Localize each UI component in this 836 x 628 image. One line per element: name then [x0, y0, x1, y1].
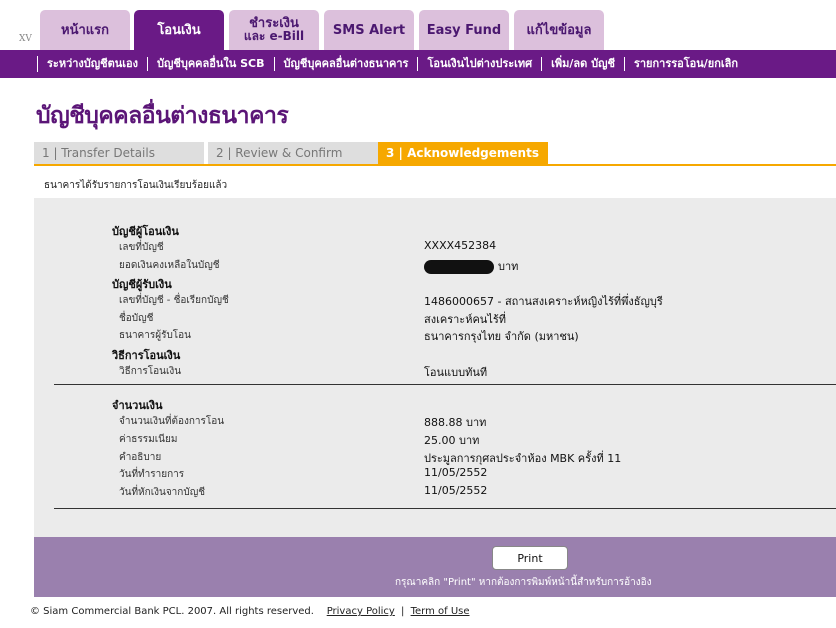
divider: [54, 384, 836, 385]
fee-label: ค่าธรรมเนียม: [119, 434, 178, 445]
subnav-other-scb[interactable]: บัญชีบุคคลอื่นใน SCB: [148, 56, 274, 72]
tab-edit-profile-label: แก้ไขข้อมูล: [526, 22, 592, 38]
description-label: คำอธิบาย: [119, 452, 162, 463]
balance-label: ยอดเงินคงเหลือในบัญชี: [119, 260, 220, 271]
success-message: ธนาคารได้รับรายการโอนเงินเรียบร้อยแล้ว: [44, 180, 228, 191]
tab-easy-fund-label: Easy Fund: [426, 22, 502, 38]
step-transfer-details: 1 | Transfer Details: [34, 142, 204, 164]
top-navigation: XV หน้าแรก โอนเงิน ชำระเงิน และ e-Bill S…: [0, 0, 836, 50]
tab-payment[interactable]: ชำระเงิน และ e-Bill: [229, 10, 319, 50]
copyright-text: © Siam Commercial Bank PCL. 2007. All ri…: [30, 606, 314, 617]
print-button[interactable]: Print: [492, 546, 568, 570]
debit-date-label: วันที่หักเงินจากบัญชี: [119, 487, 206, 498]
section-to-account: บัญชีผู้รับเงิน: [112, 278, 172, 291]
divider: [54, 508, 836, 509]
balance-value: บาท: [424, 257, 518, 275]
section-method: วิธีการโอนเงิน: [112, 349, 181, 362]
subnav-pending[interactable]: รายการรอโอน/ยกเลิก: [625, 56, 747, 72]
privacy-policy-link[interactable]: Privacy Policy: [327, 606, 395, 617]
step-acknowledgements: 3 | Acknowledgements: [378, 142, 548, 164]
terms-of-use-link[interactable]: Term of Use: [411, 606, 470, 617]
subnav-overseas[interactable]: โอนเงินไปต่างประเทศ: [418, 56, 541, 72]
from-account-value: XXXX452384: [424, 239, 497, 252]
method-value: โอนแบบทันที: [424, 366, 488, 379]
debit-date-value: 11/05/2552: [424, 484, 488, 497]
subnav-other-bank[interactable]: บัญชีบุคคลอื่นต่างธนาคาร: [275, 56, 418, 72]
transaction-date-label: วันที่ทำรายการ: [119, 469, 185, 480]
subnav-own-accounts[interactable]: ระหว่างบัญชีตนเอง: [38, 56, 147, 72]
amount-value: 888.88 บาท: [424, 416, 487, 429]
redacted-balance: [424, 260, 494, 274]
account-name-value: สงเคราะห์คนไร้ที่: [424, 313, 507, 326]
to-account-label: เลขที่บัญชี - ชื่อเรียกบัญชี: [119, 295, 229, 306]
bank-value: ธนาคารกรุงไทย จำกัด (มหาชน): [424, 330, 579, 343]
tab-transfer[interactable]: โอนเงิน: [134, 10, 224, 50]
section-amount: จำนวนเงิน: [112, 399, 163, 412]
tab-edit-profile[interactable]: แก้ไขข้อมูล: [514, 10, 604, 50]
to-account-value: 1486000657 - สถานสงเคราะห์หญิงไร้ที่พึ่ง…: [424, 295, 663, 308]
balance-unit: บาท: [498, 260, 519, 273]
amount-label: จำนวนเงินที่ต้องการโอน: [119, 416, 225, 427]
section-from-account: บัญชีผู้โอนเงิน: [112, 225, 179, 238]
from-account-label: เลขที่บัญชี: [119, 242, 164, 253]
tab-payment-sublabel: และ e-Bill: [243, 29, 305, 43]
tab-transfer-label: โอนเงิน: [157, 22, 201, 38]
print-hint: กรุณาคลิก "Print" หากต้องการพิมพ์หน้านี้…: [395, 577, 652, 588]
page-title: บัญชีบุคคลอื่นต่างธนาคาร: [36, 103, 289, 129]
tab-sms-alert-label: SMS Alert: [332, 22, 406, 38]
transaction-date-value: 11/05/2552: [424, 466, 488, 479]
version-mark: XV: [19, 34, 32, 44]
method-label: วิธีการโอนเงิน: [119, 366, 182, 377]
footer-separator: |: [401, 606, 405, 617]
page-footer: © Siam Commercial Bank PCL. 2007. All ri…: [30, 606, 470, 617]
fee-value: 25.00 บาท: [424, 434, 480, 447]
subnav-manage-accounts[interactable]: เพิ่ม/ลด บัญชี: [542, 56, 624, 72]
tab-easy-fund[interactable]: Easy Fund: [419, 10, 509, 50]
sub-navigation: ระหว่างบัญชีตนเอง บัญชีบุคคลอื่นใน SCB บ…: [0, 50, 836, 78]
account-name-label: ชื่อบัญชี: [119, 313, 154, 324]
step-indicator: 1 | Transfer Details 2 | Review & Confir…: [34, 142, 836, 166]
tab-home-label: หน้าแรก: [61, 22, 109, 38]
tab-sms-alert[interactable]: SMS Alert: [324, 10, 414, 50]
bank-label: ธนาคารผู้รับโอน: [119, 330, 192, 341]
tab-home[interactable]: หน้าแรก: [40, 10, 130, 50]
description-value: ประมูลการกุศลประจำห้อง MBK ครั้งที่ 11: [424, 452, 622, 465]
